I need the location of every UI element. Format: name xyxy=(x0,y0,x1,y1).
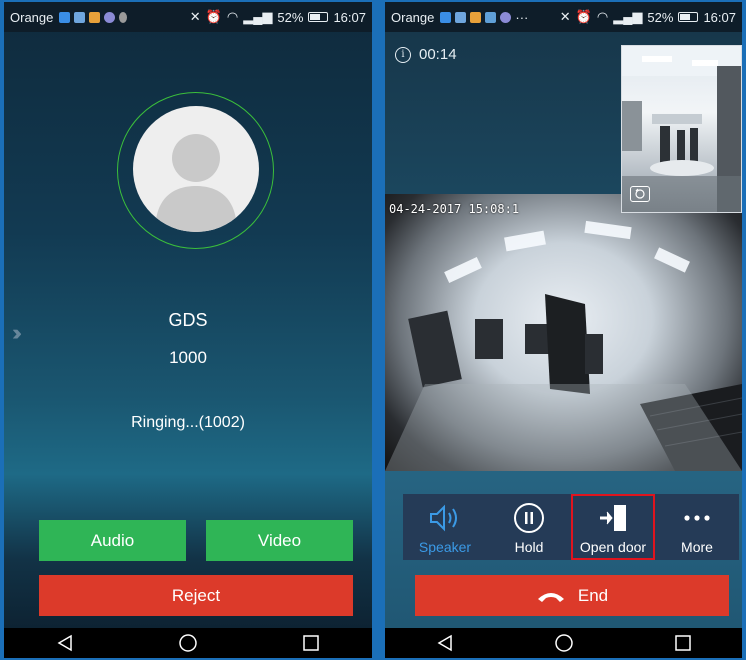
mute-icon: ✕ xyxy=(189,9,201,24)
app-notification-icon xyxy=(74,11,86,23)
remote-video-feed: 04-24-2017 15:08:1 xyxy=(385,194,742,471)
home-icon[interactable] xyxy=(549,632,579,654)
more-notifications-icon: ··· xyxy=(515,9,529,25)
signal-icon: ▂▄▆ xyxy=(613,9,643,24)
app-notification-icon xyxy=(104,11,116,23)
open-door-icon xyxy=(596,501,630,535)
mute-icon: ✕ xyxy=(559,9,571,24)
status-bar: Orange ✕ ⏰ ◠ ▂▄▆ 52% 16:07 xyxy=(4,2,372,32)
battery-icon xyxy=(678,12,699,22)
hold-label: Hold xyxy=(514,539,544,555)
speaker-button[interactable]: Speaker xyxy=(403,494,487,560)
wifi-icon: ◠ xyxy=(226,9,239,24)
battery-percent: 52% xyxy=(277,9,304,25)
recents-icon[interactable] xyxy=(668,632,698,654)
open-door-label: Open door xyxy=(579,539,647,555)
active-video-call-screen: Orange ··· ✕ ⏰ ◠ ▂▄▆ 52% 16:07 i 00:14 0… xyxy=(385,2,742,658)
app-notification-icon xyxy=(500,11,512,23)
video-button-label: Video xyxy=(257,530,302,550)
reject-button[interactable]: Reject xyxy=(39,575,353,616)
speaker-icon xyxy=(428,501,462,535)
status-bar: Orange ··· ✕ ⏰ ◠ ▂▄▆ 52% 16:07 xyxy=(385,2,742,32)
incoming-call-screen: Orange ✕ ⏰ ◠ ▂▄▆ 52% 16:07 ››› GDS 1000 … xyxy=(4,2,372,658)
call-timer: i 00:14 xyxy=(395,46,457,63)
carrier-label: Orange xyxy=(391,9,435,25)
more-label: More xyxy=(681,539,713,555)
end-call-button[interactable]: End xyxy=(415,575,729,616)
caller-name: GDS xyxy=(168,310,208,330)
status-time: 16:07 xyxy=(333,9,366,25)
signal-icon: ▂▄▆ xyxy=(243,9,273,24)
wifi-icon: ◠ xyxy=(596,9,609,24)
back-icon[interactable] xyxy=(50,632,80,654)
home-icon[interactable] xyxy=(173,632,203,654)
pause-icon xyxy=(513,501,545,535)
call-timer-value: 00:14 xyxy=(419,46,457,63)
caller-number: 1000 xyxy=(169,348,207,367)
default-person-icon xyxy=(155,134,237,232)
more-button[interactable]: More xyxy=(655,494,739,560)
app-notification-icon xyxy=(89,11,101,23)
hold-button[interactable]: Hold xyxy=(487,494,571,560)
local-video-preview[interactable] xyxy=(621,45,742,213)
audio-answer-button[interactable]: Audio xyxy=(39,520,186,561)
app-notification-icon xyxy=(59,11,71,23)
app-notification-icon xyxy=(440,11,452,23)
status-time: 16:07 xyxy=(703,9,736,25)
app-notification-icon xyxy=(470,11,482,23)
reject-button-label: Reject xyxy=(171,585,221,605)
avatar xyxy=(133,106,259,232)
speaker-label: Speaker xyxy=(418,539,472,555)
video-answer-button[interactable]: Video xyxy=(206,520,353,561)
battery-icon xyxy=(308,12,329,22)
info-icon[interactable]: i xyxy=(395,46,411,63)
video-timestamp: 04-24-2017 15:08:1 xyxy=(389,202,520,216)
switch-camera-icon[interactable] xyxy=(630,186,650,202)
back-icon[interactable] xyxy=(430,632,460,654)
app-notification-icon xyxy=(485,11,497,23)
more-dots-icon xyxy=(682,501,712,535)
office-camera-image xyxy=(385,220,742,471)
recents-icon[interactable] xyxy=(296,632,326,654)
hang-up-icon xyxy=(537,592,564,602)
open-door-button[interactable]: Open door xyxy=(571,494,655,560)
app-notification-icon xyxy=(119,11,128,23)
end-call-label: End xyxy=(577,585,609,605)
alarm-icon: ⏰ xyxy=(205,9,222,24)
battery-percent: 52% xyxy=(647,9,674,25)
carrier-label: Orange xyxy=(10,9,54,25)
app-notification-icon xyxy=(455,11,467,23)
system-nav-bar xyxy=(4,628,372,658)
call-status: Ringing...(1002) xyxy=(131,414,245,431)
system-nav-bar xyxy=(385,628,742,658)
alarm-icon: ⏰ xyxy=(575,9,592,24)
audio-button-label: Audio xyxy=(90,530,135,550)
call-controls-bar: Speaker Hold Open door More xyxy=(403,494,739,560)
